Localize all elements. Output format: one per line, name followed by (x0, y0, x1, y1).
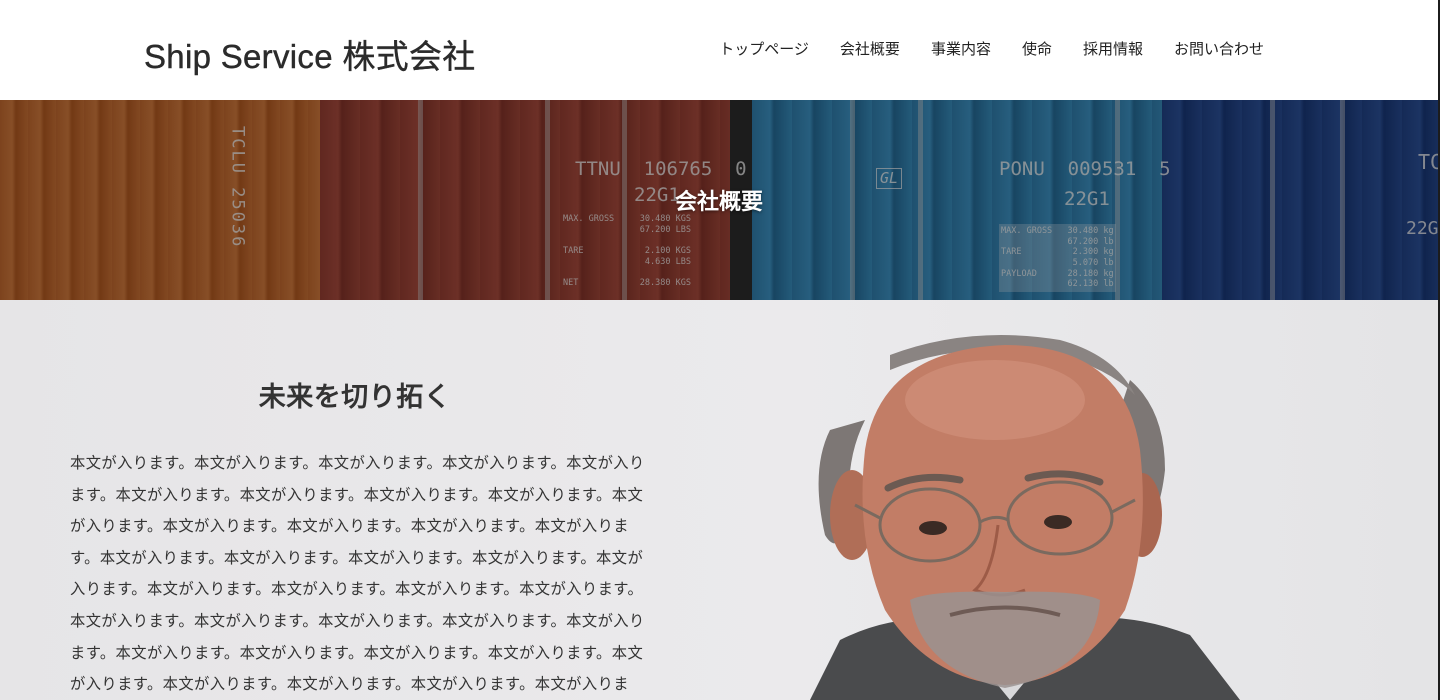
eye-left (919, 521, 947, 535)
nav-item-business[interactable]: 事業内容 (931, 38, 991, 59)
site-logo[interactable]: Ship Service 株式会社 (144, 30, 476, 78)
site-header: Ship Service 株式会社 トップページ 会社概要 事業内容 使命 採用… (0, 0, 1440, 100)
nav-item-recruit[interactable]: 採用情報 (1083, 38, 1143, 59)
section-heading: 未来を切り拓く (258, 382, 452, 413)
page: Ship Service 株式会社 トップページ 会社概要 事業内容 使命 採用… (0, 0, 1440, 700)
hero-banner: TCLU 25036 TTNU 106765 0 22G1 MAX. GROSS… (0, 100, 1438, 300)
nav-item-company-profile[interactable]: 会社概要 (840, 38, 900, 59)
body-text: 本文が入ります。本文が入ります。本文が入ります。本文が入ります。本文が入ります。… (70, 454, 645, 694)
nav-item-mission[interactable]: 使命 (1022, 38, 1052, 59)
intro-section: 未来を切り拓く 本文が入ります。本文が入ります。本文が入ります。本文が入ります。… (0, 300, 1438, 700)
nav-item-top[interactable]: トップページ (719, 38, 809, 59)
eye-right (1044, 515, 1072, 529)
main-nav: トップページ 会社概要 事業内容 使命 採用情報 お問い合わせ (719, 38, 1264, 59)
nav-item-contact[interactable]: お問い合わせ (1174, 38, 1264, 59)
forehead-highlight (905, 360, 1085, 440)
president-portrait (810, 335, 1240, 700)
page-title: 会社概要 (674, 190, 763, 215)
